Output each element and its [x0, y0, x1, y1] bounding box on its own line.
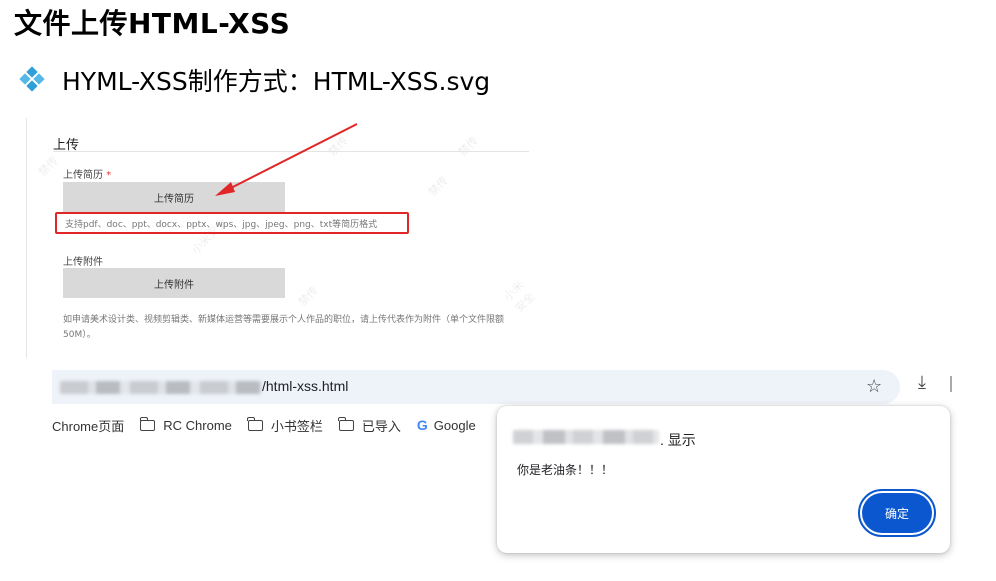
ok-button[interactable]: 确定 — [858, 489, 936, 537]
bookmark-star-icon[interactable]: ☆ — [866, 376, 882, 397]
slide-title: 文件上传HTML-XSS — [14, 7, 291, 40]
download-icon[interactable]: ⤓ — [918, 372, 926, 393]
folder-icon — [139, 416, 156, 431]
bookmark-chrome-pages[interactable]: Chrome页面 — [52, 416, 124, 435]
bookmark-google[interactable]: G Google — [417, 417, 476, 433]
bookmarks-bar: Chrome页面 RC Chrome 小书签栏 已导入 G Google — [52, 414, 492, 436]
bookmark-label: Chrome页面 — [52, 418, 125, 434]
bullet-text: HYML-XSS制作方式：HTML-XSS.svg — [62, 67, 491, 96]
bullet-row: HYML-XSS制作方式：HTML-XSS.svg — [18, 62, 490, 98]
alert-dialog: . 显示 你是老油条！！！ 确定 — [497, 406, 950, 553]
blurred-host — [60, 381, 262, 394]
diamond-cluster-icon — [18, 66, 46, 94]
google-icon: G — [416, 417, 428, 433]
folder-icon — [247, 416, 263, 431]
bookmark-bookmarklets[interactable]: 小书签栏 — [247, 416, 323, 435]
blurred-origin — [513, 430, 659, 444]
bookmark-label: 已导入 — [361, 418, 401, 434]
bookmark-label: RC Chrome — [163, 417, 232, 433]
bookmark-label: Google — [433, 417, 476, 433]
bookmark-imported[interactable]: 已导入 — [338, 416, 401, 435]
bookmark-label: 小书签栏 — [270, 418, 323, 434]
bookmark-rc-chrome[interactable]: RC Chrome — [139, 416, 232, 433]
folder-icon — [338, 416, 354, 431]
dialog-title: . 显示 — [660, 432, 696, 448]
url-path: /html-xss.html — [262, 378, 349, 394]
address-bar[interactable]: /html-xss.html ☆ — [52, 370, 900, 404]
upload-form-screenshot: 禁传 禁传 禁传 小米安全 禁传 小米安全 禁传 上传 上传简历 * 上传简历 … — [26, 118, 536, 358]
red-arrow-annotation — [215, 123, 358, 196]
dialog-message: 你是老油条！！！ — [517, 463, 614, 477]
toolbar-edge-icon — [950, 376, 956, 392]
